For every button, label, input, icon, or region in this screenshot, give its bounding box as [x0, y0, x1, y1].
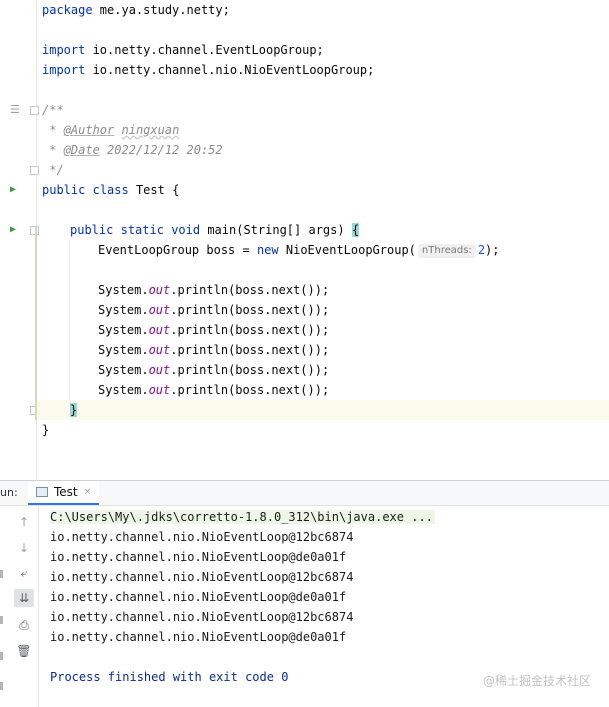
soft-wrap-icon[interactable]: ⤶ [14, 564, 34, 582]
code-editor[interactable]: ☰ ▶ ▶ package me.ya.study.netty; import … [0, 0, 609, 480]
matched-brace: } [70, 403, 78, 417]
code-line-println[interactable]: System.out.println(boss.next()); [98, 380, 329, 400]
console-line: io.netty.channel.nio.NioEventLoop@de0a01… [50, 550, 347, 564]
side-marker [0, 682, 3, 690]
doc-comment-icon[interactable]: ☰ [10, 104, 20, 116]
code-line-doc-close[interactable]: */ [42, 160, 63, 180]
code-line-println[interactable]: System.out.println(boss.next()); [98, 360, 329, 380]
side-marker [0, 570, 3, 578]
code-line-class-decl[interactable]: public class Test { [42, 180, 179, 200]
run-tool-window: un: Test × ↑ ↓ ⤶ ⇊ ⎙ 🗑 C:\Users\My\.jdks… [0, 480, 609, 707]
editor-gutter: ☰ ▶ ▶ [0, 0, 39, 480]
vcs-change-bar [35, 226, 37, 420]
console-exit-message: Process finished with exit code 0 [50, 670, 289, 684]
tab-test[interactable]: Test × [28, 481, 100, 505]
console-line: io.netty.channel.nio.NioEventLoop@de0a01… [50, 590, 347, 604]
console-line: io.netty.channel.nio.NioEventLoop@12bc68… [50, 610, 354, 624]
run-main-icon[interactable]: ▶ [10, 224, 16, 236]
print-icon[interactable]: ⎙ [14, 616, 34, 634]
down-arrow-icon[interactable]: ↓ [14, 539, 34, 557]
side-marker [0, 652, 3, 660]
code-line-println[interactable]: System.out.println(boss.next()); [98, 340, 329, 360]
trash-icon[interactable]: 🗑 [14, 642, 34, 660]
run-config-icon [36, 487, 48, 497]
indent-guide [69, 240, 70, 400]
run-label: un: [0, 486, 18, 499]
tab-label: Test [54, 485, 78, 499]
watermark: @稀土掘金技术社区 [482, 674, 591, 688]
code-line-close-method[interactable]: } [70, 400, 78, 420]
current-line-highlight [37, 400, 609, 420]
run-class-icon[interactable]: ▶ [10, 184, 16, 196]
run-toolbar: ↑ ↓ ⤶ ⇊ ⎙ 🗑 [0, 506, 39, 707]
scroll-to-end-icon[interactable]: ⇊ [14, 589, 34, 607]
code-line-println[interactable]: System.out.println(boss.next()); [98, 300, 329, 320]
fold-marker-icon[interactable] [30, 106, 39, 115]
fold-marker-icon[interactable] [30, 166, 39, 175]
parameter-hint: nThreads: [417, 244, 476, 258]
console-line: io.netty.channel.nio.NioEventLoop@12bc68… [50, 570, 354, 584]
up-arrow-icon[interactable]: ↑ [14, 513, 34, 531]
code-line-println[interactable]: System.out.println(boss.next()); [98, 320, 329, 340]
run-tab-bar: un: Test × [0, 481, 609, 506]
matched-brace: { [351, 223, 360, 237]
code-line-println[interactable]: System.out.println(boss.next()); [98, 280, 329, 300]
code-line-import[interactable]: import io.netty.channel.nio.NioEventLoop… [42, 60, 374, 80]
console-line: io.netty.channel.nio.NioEventLoop@de0a01… [50, 630, 347, 644]
code-line-group-init[interactable]: EventLoopGroup boss = new NioEventLoopGr… [98, 240, 500, 260]
code-line-doc-date[interactable]: * @Date 2022/12/12 20:52 [42, 140, 222, 160]
close-icon[interactable]: × [84, 487, 92, 497]
code-line-import[interactable]: import io.netty.channel.EventLoopGroup; [42, 40, 324, 60]
code-line-doc-open[interactable]: /** [42, 100, 64, 120]
code-line-doc-author[interactable]: * @Author ningxuan [42, 120, 179, 140]
console-command-line: C:\Users\My\.jdks\corretto-1.8.0_312\bin… [50, 510, 435, 524]
console-line: io.netty.channel.nio.NioEventLoop@12bc68… [50, 530, 354, 544]
code-line-close-class[interactable]: } [42, 420, 49, 440]
side-marker [0, 616, 3, 624]
code-line-package[interactable]: package me.ya.study.netty; [42, 0, 230, 20]
code-line-main-decl[interactable]: public static void main(String[] args) { [70, 220, 360, 240]
